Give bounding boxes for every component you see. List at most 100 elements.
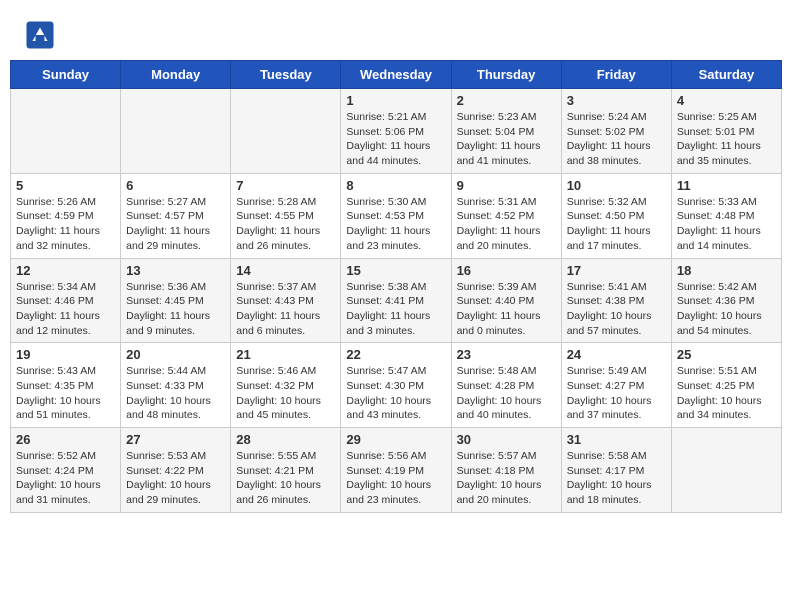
weekday-header: Saturday (671, 61, 781, 89)
calendar-cell: 15 Sunrise: 5:38 AM Sunset: 4:41 PM Dayli… (341, 258, 451, 343)
calendar-cell: 5Sunrise: 5:26 AM Sunset: 4:59 PM Daylig… (11, 173, 121, 258)
day-number: 2 (457, 93, 556, 108)
day-info: Sunrise: 5:30 AM Sunset: 4:53 PM Dayligh… (346, 195, 445, 254)
day-info: Sunrise: 5:37 AM Sunset: 4:43 PM Dayligh… (236, 280, 335, 339)
day-number: 30 (457, 432, 556, 447)
day-number: 23 (457, 347, 556, 362)
calendar-cell: 10Sunrise: 5:32 AM Sunset: 4:50 PM Dayli… (561, 173, 671, 258)
day-number: 24 (567, 347, 666, 362)
calendar-cell: 8 Sunrise: 5:30 AM Sunset: 4:53 PM Daylig… (341, 173, 451, 258)
day-number: 18 (677, 263, 776, 278)
day-number: 27 (126, 432, 225, 447)
calendar-cell: 1 Sunrise: 5:21 AM Sunset: 5:06 PM Daylig… (341, 89, 451, 174)
day-info: Sunrise: 5:31 AM Sunset: 4:52 PM Dayligh… (457, 195, 556, 254)
day-info: Sunrise: 5:57 AM Sunset: 4:18 PM Dayligh… (457, 449, 556, 508)
calendar-cell: 16Sunrise: 5:39 AM Sunset: 4:40 PM Dayli… (451, 258, 561, 343)
calendar-cell: 21Sunrise: 5:46 AM Sunset: 4:32 PM Dayli… (231, 343, 341, 428)
weekday-header: Sunday (11, 61, 121, 89)
day-number: 9 (457, 178, 556, 193)
day-info: Sunrise: 5:23 AM Sunset: 5:04 PM Dayligh… (457, 110, 556, 169)
calendar-cell: 28 Sunrise: 5:55 AM Sunset: 4:21 PM Dayli… (231, 428, 341, 513)
day-number: 31 (567, 432, 666, 447)
calendar-cell (671, 428, 781, 513)
day-info: Sunrise: 5:39 AM Sunset: 4:40 PM Dayligh… (457, 280, 556, 339)
day-info: Sunrise: 5:24 AM Sunset: 5:02 PM Dayligh… (567, 110, 666, 169)
day-number: 6 (126, 178, 225, 193)
day-info: Sunrise: 5:33 AM Sunset: 4:48 PM Dayligh… (677, 195, 776, 254)
logo (25, 20, 57, 50)
day-number: 11 (677, 178, 776, 193)
calendar-cell: 20Sunrise: 5:44 AM Sunset: 4:33 PM Dayli… (121, 343, 231, 428)
day-info: Sunrise: 5:52 AM Sunset: 4:24 PM Dayligh… (16, 449, 115, 508)
calendar-cell: 26 Sunrise: 5:52 AM Sunset: 4:24 PM Dayli… (11, 428, 121, 513)
calendar-cell: 18 Sunrise: 5:42 AM Sunset: 4:36 PM Dayli… (671, 258, 781, 343)
day-info: Sunrise: 5:36 AM Sunset: 4:45 PM Dayligh… (126, 280, 225, 339)
calendar-week-row: 19Sunrise: 5:43 AM Sunset: 4:35 PM Dayli… (11, 343, 782, 428)
calendar-cell: 4 Sunrise: 5:25 AM Sunset: 5:01 PM Daylig… (671, 89, 781, 174)
calendar-cell (121, 89, 231, 174)
calendar-cell: 9 Sunrise: 5:31 AM Sunset: 4:52 PM Daylig… (451, 173, 561, 258)
day-number: 7 (236, 178, 335, 193)
day-number: 26 (16, 432, 115, 447)
day-number: 8 (346, 178, 445, 193)
day-number: 15 (346, 263, 445, 278)
weekday-header-row: SundayMondayTuesdayWednesdayThursdayFrid… (11, 61, 782, 89)
day-info: Sunrise: 5:42 AM Sunset: 4:36 PM Dayligh… (677, 280, 776, 339)
calendar-cell: 25Sunrise: 5:51 AM Sunset: 4:25 PM Dayli… (671, 343, 781, 428)
day-number: 28 (236, 432, 335, 447)
calendar-cell: 11 Sunrise: 5:33 AM Sunset: 4:48 PM Dayli… (671, 173, 781, 258)
day-number: 4 (677, 93, 776, 108)
calendar-cell: 14Sunrise: 5:37 AM Sunset: 4:43 PM Dayli… (231, 258, 341, 343)
day-number: 1 (346, 93, 445, 108)
day-info: Sunrise: 5:41 AM Sunset: 4:38 PM Dayligh… (567, 280, 666, 339)
day-number: 21 (236, 347, 335, 362)
day-info: Sunrise: 5:48 AM Sunset: 4:28 PM Dayligh… (457, 364, 556, 423)
day-info: Sunrise: 5:25 AM Sunset: 5:01 PM Dayligh… (677, 110, 776, 169)
day-info: Sunrise: 5:38 AM Sunset: 4:41 PM Dayligh… (346, 280, 445, 339)
weekday-header: Wednesday (341, 61, 451, 89)
day-number: 5 (16, 178, 115, 193)
day-number: 25 (677, 347, 776, 362)
day-number: 10 (567, 178, 666, 193)
calendar-cell (231, 89, 341, 174)
calendar-week-row: 26 Sunrise: 5:52 AM Sunset: 4:24 PM Dayli… (11, 428, 782, 513)
calendar-cell: 7 Sunrise: 5:28 AM Sunset: 4:55 PM Daylig… (231, 173, 341, 258)
calendar-table: SundayMondayTuesdayWednesdayThursdayFrid… (10, 60, 782, 513)
calendar-cell: 3 Sunrise: 5:24 AM Sunset: 5:02 PM Daylig… (561, 89, 671, 174)
day-info: Sunrise: 5:21 AM Sunset: 5:06 PM Dayligh… (346, 110, 445, 169)
day-info: Sunrise: 5:58 AM Sunset: 4:17 PM Dayligh… (567, 449, 666, 508)
calendar-cell: 31 Sunrise: 5:58 AM Sunset: 4:17 PM Dayli… (561, 428, 671, 513)
weekday-header: Friday (561, 61, 671, 89)
day-number: 29 (346, 432, 445, 447)
day-number: 17 (567, 263, 666, 278)
calendar-cell (11, 89, 121, 174)
calendar-cell: 12 Sunrise: 5:34 AM Sunset: 4:46 PM Dayli… (11, 258, 121, 343)
day-info: Sunrise: 5:28 AM Sunset: 4:55 PM Dayligh… (236, 195, 335, 254)
calendar-cell: 17 Sunrise: 5:41 AM Sunset: 4:38 PM Dayli… (561, 258, 671, 343)
calendar-cell: 2 Sunrise: 5:23 AM Sunset: 5:04 PM Daylig… (451, 89, 561, 174)
calendar-cell: 23 Sunrise: 5:48 AM Sunset: 4:28 PM Dayli… (451, 343, 561, 428)
calendar-week-row: 1 Sunrise: 5:21 AM Sunset: 5:06 PM Daylig… (11, 89, 782, 174)
weekday-header: Monday (121, 61, 231, 89)
day-info: Sunrise: 5:49 AM Sunset: 4:27 PM Dayligh… (567, 364, 666, 423)
calendar-cell: 27 Sunrise: 5:53 AM Sunset: 4:22 PM Dayli… (121, 428, 231, 513)
calendar-cell: 19Sunrise: 5:43 AM Sunset: 4:35 PM Dayli… (11, 343, 121, 428)
day-number: 22 (346, 347, 445, 362)
day-number: 12 (16, 263, 115, 278)
day-number: 13 (126, 263, 225, 278)
day-info: Sunrise: 5:55 AM Sunset: 4:21 PM Dayligh… (236, 449, 335, 508)
calendar-week-row: 5Sunrise: 5:26 AM Sunset: 4:59 PM Daylig… (11, 173, 782, 258)
calendar-cell: 30 Sunrise: 5:57 AM Sunset: 4:18 PM Dayli… (451, 428, 561, 513)
calendar-cell: 22 Sunrise: 5:47 AM Sunset: 4:30 PM Dayli… (341, 343, 451, 428)
calendar-week-row: 12 Sunrise: 5:34 AM Sunset: 4:46 PM Dayli… (11, 258, 782, 343)
day-info: Sunrise: 5:47 AM Sunset: 4:30 PM Dayligh… (346, 364, 445, 423)
calendar-cell: 13 Sunrise: 5:36 AM Sunset: 4:45 PM Dayli… (121, 258, 231, 343)
day-info: Sunrise: 5:44 AM Sunset: 4:33 PM Dayligh… (126, 364, 225, 423)
day-number: 19 (16, 347, 115, 362)
calendar-cell: 29Sunrise: 5:56 AM Sunset: 4:19 PM Dayli… (341, 428, 451, 513)
day-number: 3 (567, 93, 666, 108)
day-info: Sunrise: 5:53 AM Sunset: 4:22 PM Dayligh… (126, 449, 225, 508)
day-info: Sunrise: 5:34 AM Sunset: 4:46 PM Dayligh… (16, 280, 115, 339)
weekday-header: Tuesday (231, 61, 341, 89)
weekday-header: Thursday (451, 61, 561, 89)
